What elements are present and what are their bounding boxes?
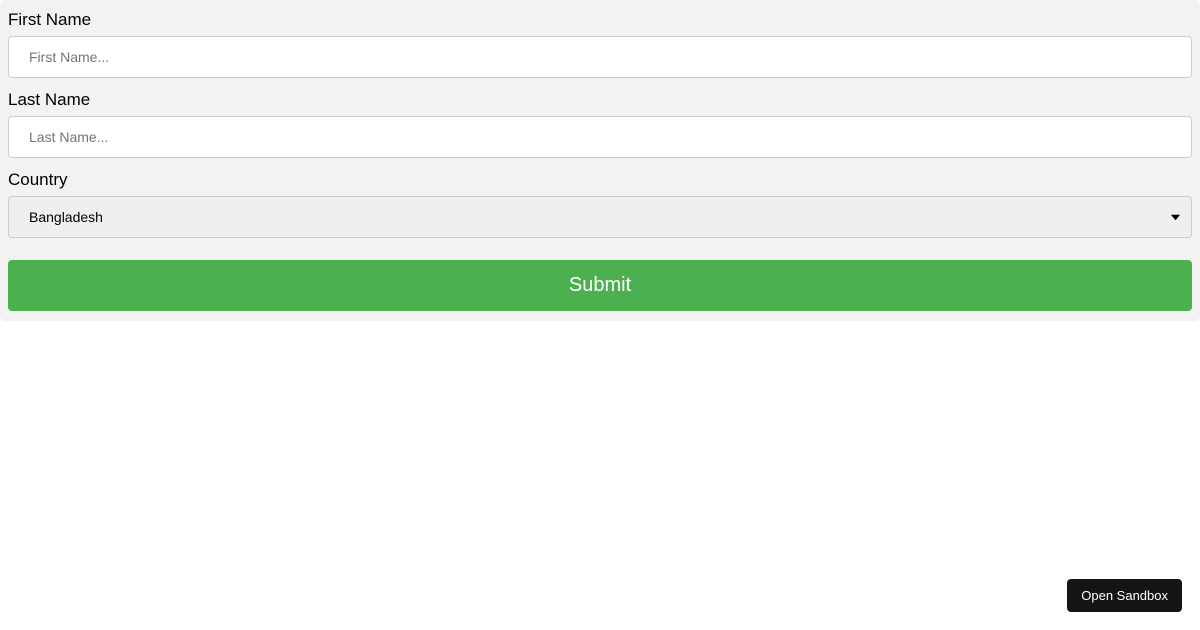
last-name-input[interactable] [8,116,1192,158]
last-name-label: Last Name [8,90,1192,110]
form-container: First Name Last Name Country Bangladesh … [0,0,1200,321]
country-label: Country [8,170,1192,190]
first-name-input[interactable] [8,36,1192,78]
open-sandbox-button[interactable]: Open Sandbox [1067,579,1182,612]
submit-button[interactable]: Submit [8,260,1192,311]
country-select[interactable]: Bangladesh [8,196,1192,238]
first-name-label: First Name [8,10,1192,30]
